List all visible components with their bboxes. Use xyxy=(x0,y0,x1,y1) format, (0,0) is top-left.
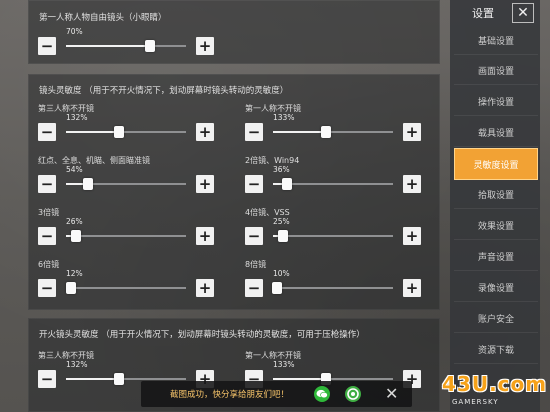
slider-value: 26% xyxy=(66,217,83,226)
slider-thumb[interactable] xyxy=(113,373,124,385)
slider-fill xyxy=(66,378,119,380)
sidebar-title: 设置 xyxy=(472,7,494,20)
slider-thumb[interactable] xyxy=(282,178,293,190)
increase-button[interactable]: + xyxy=(196,227,214,245)
slider-value: 54% xyxy=(66,165,83,174)
slider-value: 132% xyxy=(66,113,88,122)
slider-label: 6倍镜 xyxy=(38,260,60,269)
sidebar-item-basic[interactable]: 基础设置 xyxy=(454,27,538,55)
slider-value: 133% xyxy=(273,113,295,122)
decrease-button[interactable]: − xyxy=(245,227,263,245)
sidebar-item-recording[interactable]: 录像设置 xyxy=(454,274,538,302)
decrease-button[interactable]: − xyxy=(245,279,263,297)
increase-button[interactable]: + xyxy=(196,37,214,55)
sidebar-item-pickup[interactable]: 拾取设置 xyxy=(454,181,538,209)
increase-button[interactable]: + xyxy=(196,123,214,141)
decrease-button[interactable]: − xyxy=(38,279,56,297)
sidebar-item-sensitivity[interactable]: 灵敏度设置 xyxy=(454,148,538,180)
slider-track[interactable] xyxy=(273,373,393,385)
moments-icon[interactable] xyxy=(345,386,361,402)
increase-button[interactable]: + xyxy=(403,279,421,297)
slider-fill xyxy=(273,378,327,380)
decrease-button[interactable]: − xyxy=(245,123,263,141)
scope-sensitivity-panel: 镜头灵敏度 （用于不开火情况下，划动屏幕时镜头转动的灵敏度） 第三人称不开镜 −… xyxy=(28,74,440,310)
slider-track[interactable] xyxy=(273,230,393,242)
wechat-icon[interactable] xyxy=(314,386,330,402)
increase-button[interactable]: + xyxy=(196,279,214,297)
slider-thumb[interactable] xyxy=(71,230,82,242)
slider-track[interactable] xyxy=(66,40,186,52)
free-look-panel: 第一人称人物自由镜头（小眼睛） − 70% + xyxy=(28,0,440,64)
decrease-button[interactable]: − xyxy=(38,227,56,245)
slider-fill xyxy=(273,131,327,133)
slider-track[interactable] xyxy=(66,178,186,190)
slider-track[interactable] xyxy=(66,230,186,242)
sidebar-header: 设置 ✕ xyxy=(450,0,540,28)
slider-value: 25% xyxy=(273,217,290,226)
slider-thumb[interactable] xyxy=(321,126,332,138)
site-watermark-sub: GAMERSKY xyxy=(452,398,499,406)
slider-track[interactable] xyxy=(271,282,393,294)
decrease-button[interactable]: − xyxy=(38,37,56,55)
slider-value: 70% xyxy=(66,27,83,36)
site-watermark-logo: 43U.com xyxy=(442,372,548,396)
slider-track[interactable] xyxy=(273,126,393,138)
sidebar-item-graphics[interactable]: 画面设置 xyxy=(454,57,538,85)
slider-value: 132% xyxy=(66,360,88,369)
increase-button[interactable]: + xyxy=(196,175,214,193)
slider-track[interactable] xyxy=(65,282,186,294)
sidebar-item-downloads[interactable]: 资源下载 xyxy=(454,336,538,364)
slider-track[interactable] xyxy=(273,178,393,190)
sidebar-item-controls[interactable]: 操作设置 xyxy=(454,88,538,116)
free-look-title: 第一人称人物自由镜头（小眼睛） xyxy=(39,13,167,23)
screenshot-toast: 截图成功，快分享给朋友们吧！ ✕ xyxy=(141,381,412,407)
slider-value: 10% xyxy=(273,269,290,278)
decrease-button[interactable]: − xyxy=(38,370,56,388)
increase-button[interactable]: + xyxy=(403,227,421,245)
decrease-button[interactable]: − xyxy=(245,175,263,193)
slider-label: 3倍镜 xyxy=(38,208,60,217)
decrease-button[interactable]: − xyxy=(38,175,56,193)
slider-track[interactable] xyxy=(66,126,186,138)
sidebar-item-sound[interactable]: 声音设置 xyxy=(454,243,538,271)
slider-value: 133% xyxy=(273,360,295,369)
slider-value: 12% xyxy=(66,269,83,278)
settings-sidebar: 设置 ✕ 基础设置 画面设置 操作设置 载具设置 灵敏度设置 拾取设置 效果设置… xyxy=(450,0,540,412)
sidebar-item-account[interactable]: 账户安全 xyxy=(454,305,538,333)
slider-label: 8倍镜 xyxy=(245,260,267,269)
close-toast-icon[interactable]: ✕ xyxy=(385,384,398,403)
slider-thumb[interactable] xyxy=(271,282,282,294)
slider-fill xyxy=(66,45,150,47)
sidebar-item-vehicle[interactable]: 载具设置 xyxy=(454,119,538,147)
slider-value: 36% xyxy=(273,165,290,174)
slider-label: 红点、全息、机瞄、侧面瞄准镜 xyxy=(38,156,150,165)
slider-track[interactable] xyxy=(66,373,186,385)
slider-fill xyxy=(66,131,119,133)
slider-thumb[interactable] xyxy=(113,126,124,138)
decrease-button[interactable]: − xyxy=(38,123,56,141)
increase-button[interactable]: + xyxy=(403,123,421,141)
slider-thumb[interactable] xyxy=(82,178,93,190)
scope-sensitivity-title: 镜头灵敏度 （用于不开火情况下，划动屏幕时镜头转动的灵敏度） xyxy=(39,86,289,96)
toast-message: 截图成功，快分享给朋友们吧！ xyxy=(170,390,290,400)
slider-thumb[interactable] xyxy=(277,230,288,242)
slider-thumb[interactable] xyxy=(65,282,76,294)
sidebar-item-effects[interactable]: 效果设置 xyxy=(454,212,538,240)
increase-button[interactable]: + xyxy=(403,175,421,193)
firing-sensitivity-title: 开火镜头灵敏度 （用于开火情况下，划动屏幕时镜头转动的灵敏度，可用于压枪操作） xyxy=(39,330,365,340)
close-button[interactable]: ✕ xyxy=(512,3,534,23)
slider-thumb[interactable] xyxy=(145,40,155,52)
